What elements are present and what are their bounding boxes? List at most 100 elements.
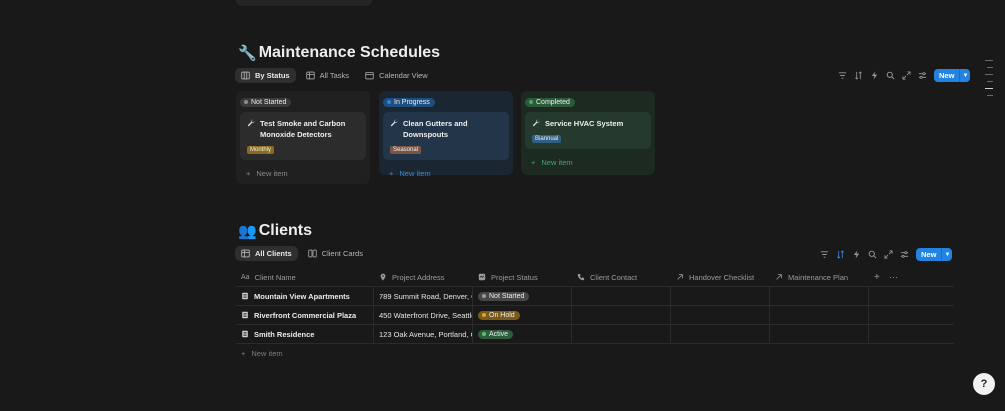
status-badge[interactable]: Not Started [478, 291, 530, 301]
new-item-label: New item [256, 168, 288, 178]
column-header-client-contact[interactable]: Client Contact [572, 268, 671, 286]
project-address: 789 Summit Road, Denver, CO [379, 291, 473, 301]
client-name[interactable]: Mountain View Apartments [254, 292, 350, 301]
new-client-button[interactable]: New ▼ [916, 248, 953, 261]
sort-icon[interactable] [854, 71, 863, 80]
status-badge[interactable]: On Hold [478, 310, 520, 320]
column-header-project-status[interactable]: Project Status [473, 268, 572, 286]
column-header-client-name[interactable]: Aa Client Name [236, 268, 374, 286]
filter-icon[interactable] [820, 250, 829, 259]
table-of-contents-outline[interactable] [985, 60, 993, 96]
tab-label: All Tasks [319, 71, 350, 80]
location-pin-icon [380, 273, 386, 281]
new-item-button[interactable]: + New item [379, 166, 513, 180]
maintenance-plan-cell[interactable] [770, 306, 869, 324]
status-dot [482, 294, 486, 298]
more-options-icon[interactable]: ··· [889, 272, 898, 282]
client-name[interactable]: Smith Residence [254, 330, 314, 339]
client-contact-cell[interactable] [572, 287, 671, 305]
project-address: 450 Waterfront Drive, Seattle, W [379, 310, 472, 320]
expand-icon[interactable] [884, 250, 893, 259]
previous-card-bottom [236, 0, 372, 6]
status-dot [387, 100, 391, 104]
table-row[interactable]: Mountain View Apartments 789 Summit Road… [236, 287, 954, 306]
add-property-icon[interactable]: + [874, 272, 880, 283]
clients-view-tabs: All Clients Client Cards [235, 246, 369, 261]
table-row[interactable]: Riverfront Commercial Plaza 450 Waterfro… [236, 306, 954, 325]
column-header-project-address[interactable]: Project Address [374, 268, 473, 286]
client-name[interactable]: Riverfront Commercial Plaza [254, 311, 356, 320]
task-title: Clean Gutters and Downspouts [403, 119, 468, 139]
search-icon[interactable] [886, 71, 895, 80]
new-item-button[interactable]: + New item [236, 166, 370, 180]
frequency-tag: Monthly [247, 146, 275, 154]
client-contact-cell[interactable] [572, 325, 671, 343]
tab-client-cards[interactable]: Client Cards [302, 246, 369, 261]
settings-sliders-icon[interactable] [900, 250, 909, 259]
automation-bolt-icon[interactable] [852, 250, 861, 259]
column-header-maintenance-plan[interactable]: Maintenance Plan [770, 268, 869, 286]
header-actions: + ··· [869, 268, 954, 286]
frequency-tag: Biannual [532, 135, 562, 143]
status-label: Not Started [489, 292, 525, 300]
maintenance-toolbar: New ▼ [838, 69, 971, 82]
wrench-emoji-icon: 🔧 [238, 45, 257, 62]
help-button[interactable]: ? [973, 373, 995, 395]
handover-checklist-cell[interactable] [671, 287, 770, 305]
status-dot [482, 332, 486, 336]
tab-calendar-view[interactable]: Calendar View [359, 68, 434, 83]
status-pill: In Progress [383, 97, 435, 107]
task-card[interactable]: Test Smoke and Carbon Monoxide Detectors… [240, 112, 366, 160]
table-row[interactable]: Smith Residence 123 Oak Avenue, Portland… [236, 325, 954, 344]
column-header-handover-checklist[interactable]: Handover Checklist [671, 268, 770, 286]
chevron-down-icon[interactable]: ▼ [959, 69, 970, 82]
automation-bolt-icon[interactable] [870, 71, 879, 80]
board-column-not-started: Not Started Test Smoke and Carbon Monoxi… [236, 91, 370, 184]
sort-icon[interactable] [836, 250, 845, 259]
expand-icon[interactable] [902, 71, 911, 80]
client-contact-cell[interactable] [572, 306, 671, 324]
column-label: Project Status [491, 272, 538, 282]
board-column-completed: Completed Service HVAC System Biannual +… [521, 91, 655, 175]
new-item-label: New item [541, 157, 573, 167]
status-pill: Completed [525, 97, 575, 107]
project-address: 123 Oak Avenue, Portland, OR [379, 329, 473, 339]
wrench-icon [247, 119, 255, 127]
maintenance-plan-cell[interactable] [770, 325, 869, 343]
question-icon: ? [980, 378, 988, 390]
tab-label: By Status [255, 71, 290, 80]
phone-icon [577, 273, 585, 281]
status-dot [244, 100, 248, 104]
status-label: Completed [536, 98, 570, 106]
maintenance-heading: 🔧 Maintenance Schedules [238, 44, 440, 62]
task-card[interactable]: Clean Gutters and Downspouts Seasonal [383, 112, 509, 160]
status-badge[interactable]: Active [478, 329, 514, 339]
tab-all-clients[interactable]: All Clients [235, 246, 298, 261]
table-header: Aa Client Name Project Address Project St… [236, 268, 954, 287]
plus-icon: + [241, 348, 246, 358]
task-card[interactable]: Service HVAC System Biannual [525, 112, 651, 149]
task-title: Service HVAC System [545, 119, 624, 128]
search-icon[interactable] [868, 250, 877, 259]
calendar-icon [365, 71, 374, 80]
people-emoji-icon: 👥 [238, 223, 257, 240]
tab-label: All Clients [255, 249, 292, 258]
tab-label: Calendar View [379, 71, 428, 80]
plus-icon: + [531, 157, 536, 167]
tab-all-tasks[interactable]: All Tasks [300, 68, 355, 83]
settings-sliders-icon[interactable] [918, 71, 927, 80]
page-list-icon [242, 292, 248, 300]
filter-icon[interactable] [838, 71, 847, 80]
maintenance-plan-cell[interactable] [770, 287, 869, 305]
handover-checklist-cell[interactable] [671, 325, 770, 343]
new-client-row-button[interactable]: + New item [236, 346, 954, 360]
task-title: Test Smoke and Carbon Monoxide Detectors [260, 119, 346, 139]
new-item-button[interactable]: + New item [521, 155, 655, 169]
tab-by-status[interactable]: By Status [235, 68, 296, 83]
new-item-label: New item [251, 348, 283, 358]
new-item-label: New item [399, 168, 431, 178]
new-task-button[interactable]: New ▼ [934, 69, 971, 82]
chevron-down-icon[interactable]: ▼ [941, 248, 952, 261]
page-title: Maintenance Schedules [258, 44, 441, 61]
handover-checklist-cell[interactable] [671, 306, 770, 324]
